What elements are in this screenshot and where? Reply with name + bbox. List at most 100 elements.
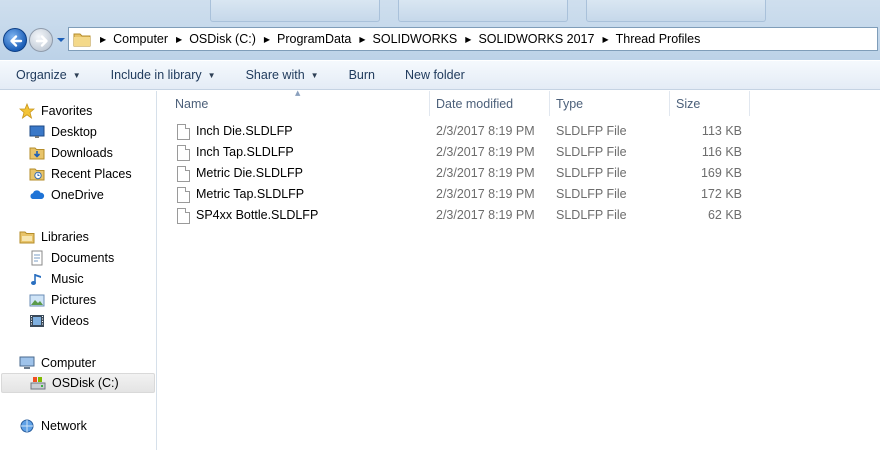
nav-osdisk-label: OSDisk (C:) [52,376,119,390]
file-name-cell: Metric Die.SLDLFP [177,163,303,184]
file-icon [177,207,190,224]
nav-videos[interactable]: Videos [0,311,89,331]
breadcrumb-programdata[interactable]: ProgramData [277,32,351,46]
back-button[interactable] [3,28,27,52]
breadcrumb-solidworks-2017[interactable]: SOLIDWORKS 2017 [478,32,594,46]
file-size: 116 KB [701,145,742,159]
include-in-library-label: Include in library [110,68,202,82]
file-icon [177,186,190,203]
organize-button[interactable]: Organize ▼ [0,68,96,82]
table-row[interactable]: Inch Tap.SLDLFP 2/3/2017 8:19 PM SLDLFP … [158,142,880,163]
file-size: 172 KB [700,187,742,201]
chevron-right-icon[interactable]: ▶ [100,35,106,44]
nav-downloads[interactable]: Downloads [0,143,113,163]
chevron-right-icon[interactable]: ▶ [602,35,608,44]
nav-videos-label: Videos [51,314,89,328]
pictures-icon [29,292,45,308]
nav-music[interactable]: Music [0,269,84,289]
file-name: Metric Die.SLDLFP [196,166,303,180]
file-name-cell: Inch Die.SLDLFP [177,121,293,142]
nav-libraries[interactable]: Libraries [0,227,89,247]
breadcrumb-solidworks[interactable]: SOLIDWORKS [373,32,458,46]
table-row[interactable]: Metric Die.SLDLFP 2/3/2017 8:19 PM SLDLF… [158,163,880,184]
nav-network[interactable]: Network [0,416,87,436]
computer-icon [19,355,35,371]
nav-pictures[interactable]: Pictures [0,290,96,310]
burn-label: Burn [348,68,375,82]
desktop-icon [29,124,45,140]
file-name: SP4xx Bottle.SLDLFP [196,208,319,222]
chevron-right-icon[interactable]: ▶ [465,35,471,44]
new-folder-label: New folder [404,68,465,82]
file-name: Metric Tap.SLDLFP [196,187,305,201]
include-in-library-button[interactable]: Include in library ▼ [96,68,231,82]
navigation-pane: Favorites Desktop Downloads Recent Place… [0,91,157,450]
table-row[interactable]: SP4xx Bottle.SLDLFP 2/3/2017 8:19 PM SLD… [158,205,880,226]
sort-ascending-icon: ▲ [295,89,301,97]
file-date: 2/3/2017 8:19 PM [436,124,535,138]
nav-documents-label: Documents [51,251,115,265]
column-header-type[interactable]: Type [550,91,670,116]
file-name: Inch Die.SLDLFP [196,124,293,138]
nav-libraries-label: Libraries [41,230,89,244]
cloud-icon [29,187,45,203]
forward-button[interactable] [29,28,53,52]
back-arrow-icon [10,35,23,47]
recent-places-icon [29,166,45,182]
burn-button[interactable]: Burn [334,68,390,82]
breadcrumb-osdisk[interactable]: OSDisk (C:) [189,32,256,46]
address-bar[interactable]: ▶ Computer ▶ OSDisk (C:) ▶ ProgramData ▶… [68,27,878,51]
breadcrumb-computer[interactable]: Computer [113,32,168,46]
chevron-right-icon[interactable]: ▶ [359,35,365,44]
column-header-date-modified[interactable]: Date modified [430,91,550,116]
drive-icon [30,375,46,391]
background-taskbar-tab [586,0,766,22]
table-row[interactable]: Inch Die.SLDLFP 2/3/2017 8:19 PM SLDLFP … [158,121,880,142]
share-with-button[interactable]: Share with ▼ [231,68,334,82]
chevron-down-icon: ▼ [72,70,81,80]
new-folder-button[interactable]: New folder [390,68,480,82]
title-bar-area: ▶ Computer ▶ OSDisk (C:) ▶ ProgramData ▶… [0,0,880,60]
column-header-size-label: Size [676,96,701,111]
chevron-right-icon[interactable]: ▶ [264,35,270,44]
downloads-folder-icon [29,145,45,161]
nav-onedrive[interactable]: OneDrive [0,185,104,205]
music-note-icon [29,271,45,287]
nav-music-label: Music [51,272,84,286]
table-row[interactable]: Metric Tap.SLDLFP 2/3/2017 8:19 PM SLDLF… [158,184,880,205]
organize-label: Organize [16,68,67,82]
file-name-cell: Metric Tap.SLDLFP [177,184,304,205]
file-type: SLDLFP File [556,124,627,138]
chevron-down-icon: ▼ [207,70,216,80]
nav-computer-label: Computer [41,356,96,370]
file-size: 169 KB [700,166,742,180]
nav-recent-places[interactable]: Recent Places [0,164,132,184]
file-icon [177,144,190,161]
file-type: SLDLFP File [556,208,627,222]
file-type: SLDLFP File [556,166,627,180]
column-header-size[interactable]: Size [670,91,750,116]
nav-documents[interactable]: Documents [0,248,114,268]
file-name-cell: SP4xx Bottle.SLDLFP [177,205,318,226]
file-date: 2/3/2017 8:19 PM [436,166,535,180]
nav-computer[interactable]: Computer [0,353,96,373]
folder-icon [72,30,92,48]
nav-favorites[interactable]: Favorites [0,101,92,121]
column-header-name-label: Name [175,96,209,111]
file-size: 113 KB [701,124,742,138]
libraries-icon [19,229,35,245]
chevron-down-icon: ▼ [310,70,319,80]
nav-desktop[interactable]: Desktop [0,122,97,142]
chevron-right-icon[interactable]: ▶ [176,35,182,44]
file-date: 2/3/2017 8:19 PM [436,145,535,159]
breadcrumb-thread-profiles[interactable]: Thread Profiles [616,32,701,46]
nav-onedrive-label: OneDrive [51,188,104,202]
star-icon [18,102,36,119]
nav-downloads-label: Downloads [51,146,113,160]
background-taskbar-tab [210,0,380,22]
nav-osdisk[interactable]: OSDisk (C:) [1,373,155,393]
network-icon [19,418,35,434]
recent-pages-dropdown-icon[interactable] [56,36,66,44]
file-type: SLDLFP File [556,145,627,159]
forward-arrow-icon [35,35,48,47]
